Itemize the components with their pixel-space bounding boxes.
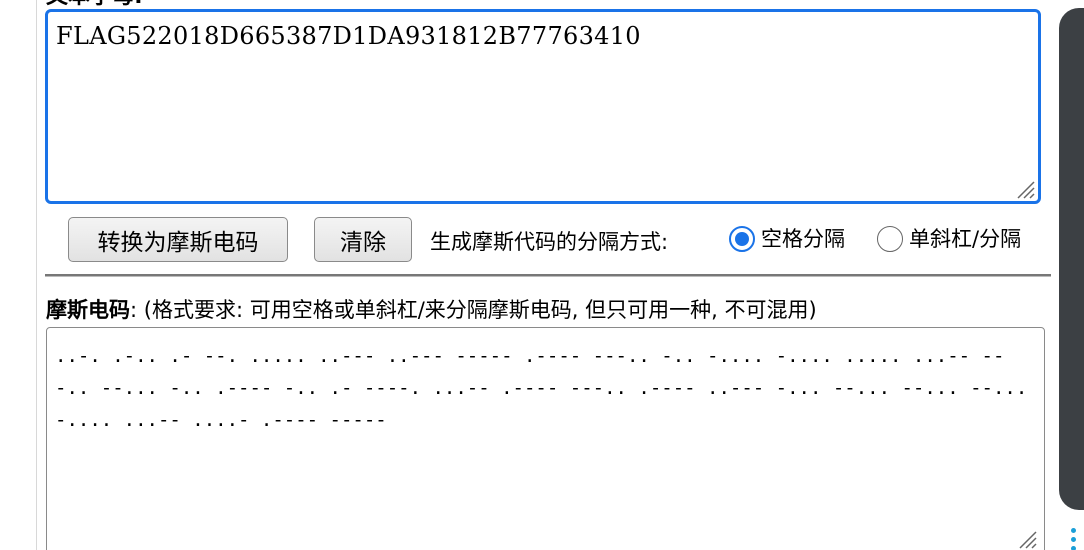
radio-slash-label: 单斜杠/分隔 — [909, 227, 1022, 251]
radio-checked-icon[interactable] — [729, 226, 755, 252]
left-border — [36, 0, 37, 550]
radio-slash-separator[interactable]: 单斜杠/分隔 — [877, 224, 1021, 254]
radio-unchecked-icon[interactable] — [877, 226, 903, 252]
kebab-menu-icon[interactable] — [1071, 528, 1079, 550]
radio-space-label: 空格分隔 — [761, 227, 845, 251]
side-panel — [1059, 8, 1084, 510]
convert-to-morse-button[interactable]: 转换为摩斯电码 — [68, 217, 288, 262]
morse-label-row: 摩斯电码: (格式要求: 可用空格或单斜杠/来分隔摩斯电码, 但只可用一种, 不… — [46, 296, 817, 324]
morse-format-hint: : (格式要求: 可用空格或单斜杠/来分隔摩斯电码, 但只可用一种, 不可混用) — [130, 298, 817, 322]
morse-converter-page: 文本字母: FLAG522018D665387D1DA931812B777634… — [0, 0, 1084, 550]
plaintext-label: 文本字母: — [46, 0, 143, 8]
morse-label: 摩斯电码 — [46, 298, 130, 322]
clear-button[interactable]: 清除 — [314, 217, 412, 262]
plaintext-input[interactable]: FLAG522018D665387D1DA931812B77763410 — [45, 9, 1041, 204]
separator-label: 生成摩斯代码的分隔方式: — [430, 230, 669, 254]
resize-grip-icon[interactable] — [1014, 178, 1036, 200]
section-divider — [45, 274, 1051, 277]
morse-code-output[interactable]: ..-. .-.. .- --. ..... ..--- ..--- -----… — [46, 327, 1045, 550]
resize-grip-icon[interactable] — [1016, 528, 1038, 550]
radio-space-separator[interactable]: 空格分隔 — [729, 224, 845, 254]
